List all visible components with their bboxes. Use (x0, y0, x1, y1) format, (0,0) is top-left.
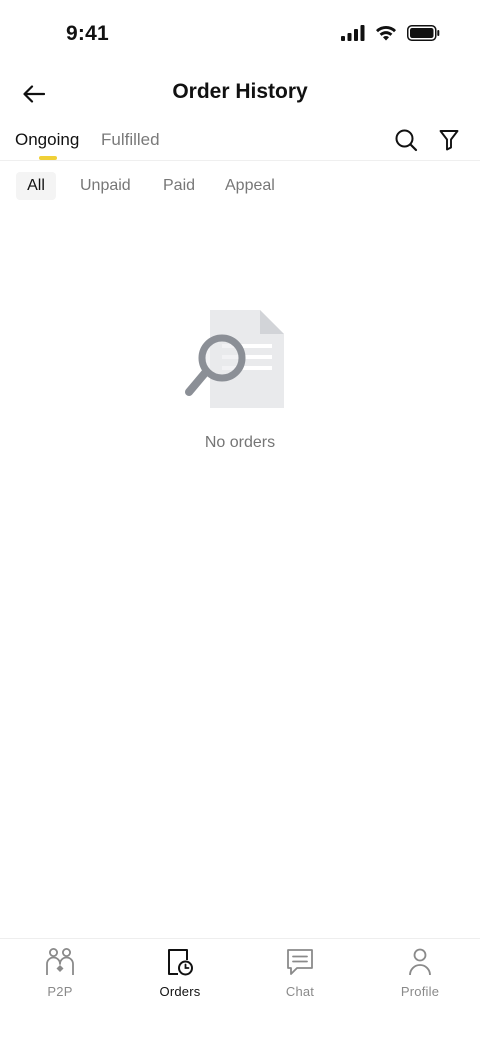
nav-item-chat[interactable]: Chat (240, 947, 360, 1007)
p2p-users-icon (45, 947, 75, 977)
person-icon (405, 947, 435, 977)
nav-label-profile: Profile (400, 984, 440, 999)
status-icons (341, 25, 440, 41)
header: Order History (0, 72, 480, 114)
nav-label-p2p: P2P (47, 984, 73, 999)
document-search-icon (185, 310, 284, 408)
empty-state-text: No orders (204, 434, 276, 451)
battery-icon (407, 25, 440, 41)
chip-all[interactable]: All (16, 172, 56, 200)
status-bar: 9:41 (0, 0, 480, 72)
nav-label-chat: Chat (285, 984, 315, 999)
status-time: 9:41 (66, 22, 109, 45)
order-tabs: Ongoing Fulfilled (0, 118, 480, 161)
orders-clock-icon (165, 947, 195, 977)
filter-icon (439, 130, 459, 151)
status-filter-chips: All Unpaid Paid Appeal (0, 172, 480, 202)
chip-unpaid[interactable]: Unpaid (80, 172, 131, 200)
search-icon (395, 129, 418, 152)
bottom-navigation: P2P Orders Chat Profile (0, 938, 480, 1040)
tab-ongoing[interactable]: Ongoing (15, 130, 79, 150)
chat-bubble-icon (285, 947, 315, 977)
page-title: Order History (172, 80, 308, 103)
search-button[interactable] (392, 126, 420, 154)
nav-item-p2p[interactable]: P2P (0, 947, 120, 1007)
tab-fulfilled[interactable]: Fulfilled (101, 130, 160, 150)
nav-label-orders: Orders (159, 984, 201, 999)
cellular-signal-icon (341, 25, 365, 41)
filter-button[interactable] (435, 126, 463, 154)
nav-item-orders[interactable]: Orders (120, 947, 240, 1007)
chip-appeal[interactable]: Appeal (225, 172, 275, 200)
chip-paid[interactable]: Paid (163, 172, 195, 200)
active-tab-indicator (39, 156, 57, 160)
nav-item-profile[interactable]: Profile (360, 947, 480, 1007)
wifi-icon (376, 25, 396, 41)
